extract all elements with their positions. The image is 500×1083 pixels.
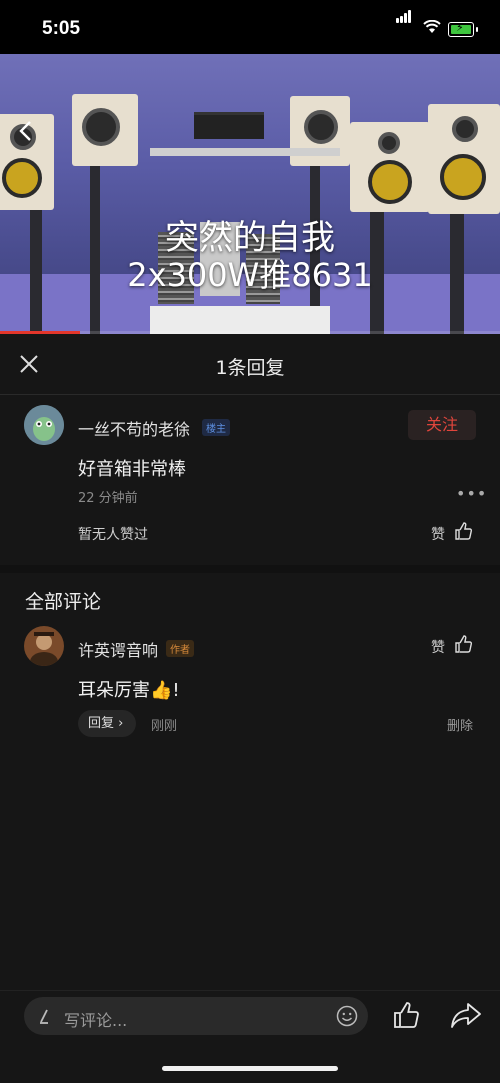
- reply-button[interactable]: 回复 ›: [78, 710, 136, 737]
- all-comments-title: 全部评论: [25, 591, 102, 613]
- emoji-icon[interactable]: [336, 1005, 358, 1027]
- comment-time: 刚刚: [151, 719, 178, 734]
- like-icon[interactable]: [393, 1001, 421, 1029]
- avatar[interactable]: [24, 405, 64, 445]
- owner-badge: 楼主: [202, 419, 230, 436]
- like-label[interactable]: 赞: [431, 637, 445, 657]
- thumbs-up-emoji: 👍: [150, 680, 173, 701]
- share-icon[interactable]: [450, 1001, 482, 1029]
- section-divider: [0, 565, 500, 573]
- pen-icon: [40, 1009, 48, 1024]
- comment-text: 好音箱非常棒: [78, 459, 186, 480]
- likes-summary: 暂无人赞过: [78, 527, 148, 543]
- status-bar: 5:05 ⚡: [0, 0, 500, 54]
- reply-button-label: 回复: [88, 716, 115, 731]
- delete-button[interactable]: 删除: [447, 715, 473, 734]
- avatar[interactable]: [24, 626, 64, 666]
- back-arrow-icon[interactable]: [16, 120, 38, 142]
- comment-author[interactable]: 一丝不苟的老徐: [78, 416, 190, 440]
- video-player[interactable]: 突然的自我 2x300W推8631: [0, 54, 500, 334]
- home-indicator: [162, 1066, 338, 1071]
- battery-icon: ⚡: [448, 21, 478, 37]
- comment-text: 耳朵厉害👍!: [78, 676, 180, 702]
- wifi-icon: [423, 20, 441, 33]
- thumbs-up-icon[interactable]: [455, 522, 473, 540]
- comment-text-body: 耳朵厉害: [78, 680, 150, 701]
- comment-time: 22 分钟前: [78, 491, 138, 506]
- bottom-bar: 写评论...: [0, 990, 500, 1083]
- more-options-icon[interactable]: •••: [456, 484, 487, 503]
- comment-text-suffix: !: [172, 680, 180, 701]
- author-badge: 作者: [166, 640, 194, 657]
- video-title-line2: 2x300W推8631: [127, 256, 373, 294]
- like-label[interactable]: 赞: [431, 524, 445, 544]
- reply-header: 1条回复: [0, 334, 500, 395]
- status-time: 5:05: [42, 18, 81, 39]
- comment-input-placeholder: 写评论...: [64, 1011, 128, 1030]
- comment-author[interactable]: 许英谔音响: [78, 637, 158, 661]
- comment-input[interactable]: 写评论...: [24, 997, 368, 1035]
- thumbs-up-icon[interactable]: [455, 635, 473, 653]
- chevron-right-icon: ›: [118, 716, 124, 731]
- page-title: 1条回复: [215, 357, 285, 379]
- follow-button[interactable]: 关注: [408, 410, 476, 440]
